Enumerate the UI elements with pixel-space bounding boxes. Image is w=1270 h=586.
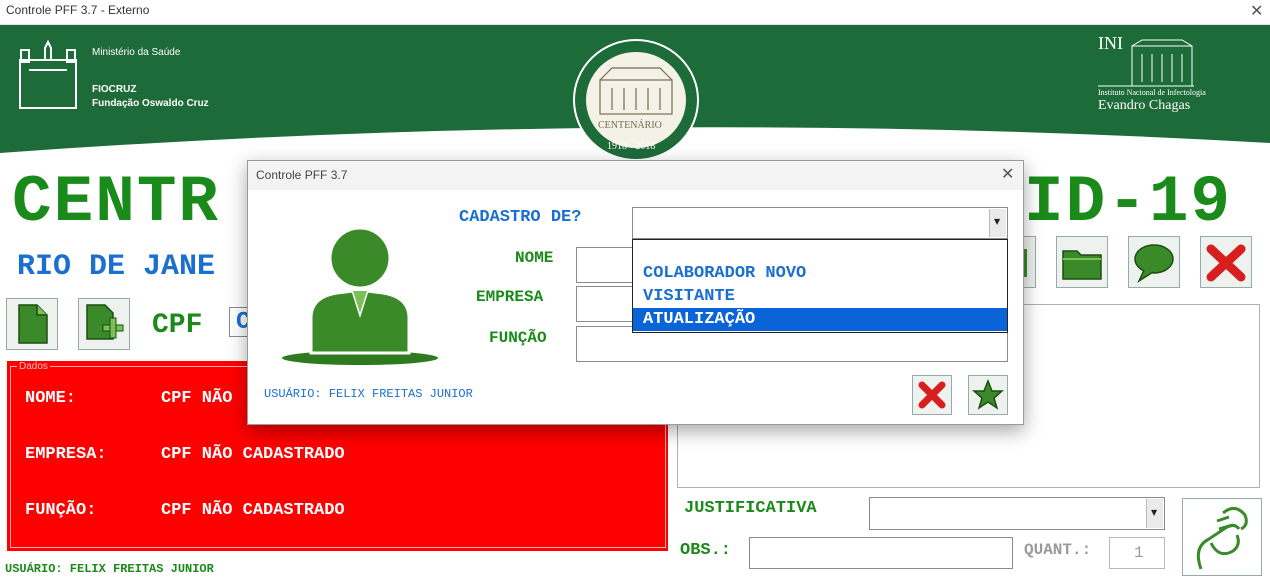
justificativa-label: JUSTIFICATIVA xyxy=(684,499,817,518)
fiocruz-castle-logo xyxy=(19,40,77,109)
user-avatar-icon xyxy=(282,226,438,365)
empresa-value: CPF NÃO CADASTRADO xyxy=(161,445,345,464)
seal-center-text: CENTENÁRIO xyxy=(598,120,662,131)
cadastro-dropdown-list: COLABORADOR NOVO VISITANTE ATUALIZAÇÃO xyxy=(632,239,1008,333)
fundacao-label: Fundação Oswaldo Cruz xyxy=(92,98,209,109)
document-icon xyxy=(18,304,48,344)
quant-value: 1 xyxy=(1134,544,1144,562)
ini-full-text: Instituto Nacional de Infectologia xyxy=(1098,88,1206,97)
window-title: Controle PFF 3.7 - Externo xyxy=(6,3,150,17)
hand-mask-icon xyxy=(1196,507,1248,570)
dialog-confirm-button[interactable] xyxy=(968,375,1008,415)
mask-delivery-button[interactable] xyxy=(1182,498,1262,576)
obs-input[interactable] xyxy=(749,537,1013,569)
red-x-icon xyxy=(918,381,946,409)
window-close-icon[interactable]: ✕ xyxy=(1250,1,1263,20)
dialog-titlebar xyxy=(248,161,1023,190)
window-titlebar: Controle PFF 3.7 - Externo ✕ xyxy=(0,0,1270,25)
empresa-label: EMPRESA: xyxy=(25,445,107,464)
speech-bubble-icon xyxy=(1134,244,1174,284)
option-colaborador-novo[interactable]: COLABORADOR NOVO xyxy=(633,262,1007,285)
funcao-label: FUNÇÃO: xyxy=(25,501,97,520)
user-label: USUÁRIO: FELIX FREITAS JUNIOR xyxy=(5,562,214,576)
obs-label: OBS.: xyxy=(680,541,732,560)
fiocruz-label: FIOCRUZ xyxy=(92,84,137,95)
dialog-cancel-button[interactable] xyxy=(912,375,952,415)
dados-legend: Dados xyxy=(17,361,50,372)
cadastro-label: CADASTRO DE? xyxy=(459,208,582,227)
comment-button[interactable] xyxy=(1128,236,1180,288)
open-folder-button[interactable] xyxy=(1056,236,1108,288)
delete-button[interactable] xyxy=(1200,236,1252,288)
star-icon xyxy=(972,378,1004,410)
page-subtitle: RIO DE JANE xyxy=(17,250,216,284)
quant-label: QUANT.: xyxy=(1024,541,1092,559)
add-document-button[interactable] xyxy=(78,298,130,350)
dialog-close-icon[interactable]: ✕ xyxy=(1001,164,1014,183)
empresa-field-label: EMPRESA xyxy=(476,288,544,306)
add-document-icon xyxy=(86,304,124,340)
page-title-left: CENTR xyxy=(12,165,221,240)
justificativa-select[interactable]: ▼ xyxy=(869,497,1165,530)
cpf-label: CPF xyxy=(152,310,203,341)
new-document-button[interactable] xyxy=(6,298,58,350)
justificativa-dropdown-button[interactable]: ▼ xyxy=(1146,499,1163,528)
page-title-right: ID-19 xyxy=(1024,165,1233,240)
folder-icon xyxy=(1062,250,1102,280)
cadastro-dropdown-button[interactable]: ▼ xyxy=(989,209,1006,237)
ministry-label: Ministério da Saúde xyxy=(92,47,181,58)
cadastro-dialog: Controle PFF 3.7 ✕ CADASTRO DE? ▼ NOME E… xyxy=(247,160,1024,425)
chevron-down-icon: ▼ xyxy=(994,217,1001,226)
nome-label: NOME: xyxy=(25,389,77,408)
quant-input[interactable]: 1 xyxy=(1109,537,1165,569)
option-atualizacao[interactable]: ATUALIZAÇÃO xyxy=(633,308,1007,331)
nome-value: CPF NÃO xyxy=(161,389,233,408)
dialog-user-label: USUÁRIO: FELIX FREITAS JUNIOR xyxy=(264,387,473,401)
dialog-title: Controle PFF 3.7 xyxy=(256,168,348,182)
funcao-value: CPF NÃO CADASTRADO xyxy=(161,501,345,520)
option-visitante[interactable]: VISITANTE xyxy=(633,285,1007,308)
ini-building-logo xyxy=(1098,39,1194,87)
funcao-field-label: FUNÇÃO xyxy=(489,329,547,347)
cadastro-select[interactable]: ▼ xyxy=(632,207,1008,239)
chevron-down-icon: ▼ xyxy=(1151,508,1158,517)
seal-years-text: 1918 · 2018 xyxy=(607,141,656,152)
red-x-icon xyxy=(1206,244,1246,282)
nome-field-label: NOME xyxy=(515,249,554,267)
ini-name-text: Evandro Chagas xyxy=(1098,98,1191,113)
